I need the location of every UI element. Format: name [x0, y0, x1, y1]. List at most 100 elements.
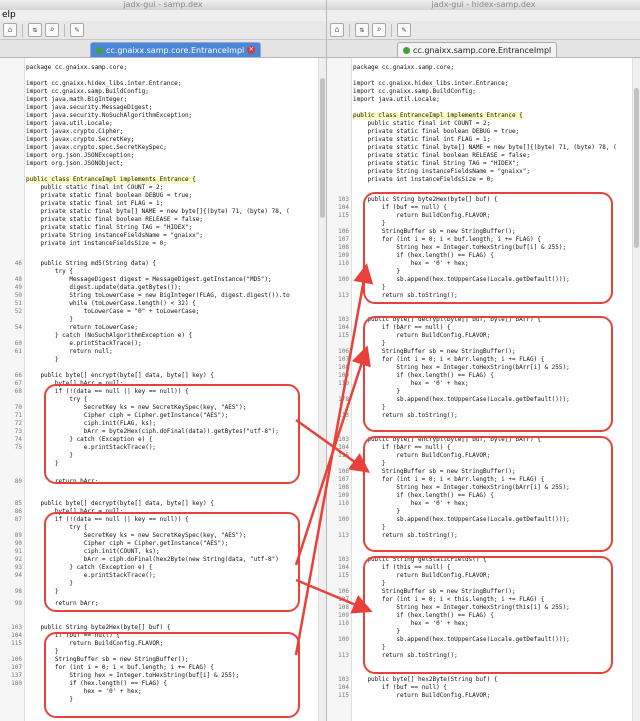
code-line: private static final int FLAG = 1; — [26, 200, 164, 207]
code-line: bArr = ciph.doFinal(hex2Byte(new String(… — [26, 556, 279, 563]
code-line: public static final int COUNT = 2; — [353, 120, 491, 127]
tab-label: cc.gnaixx.samp.core.EntranceImpl — [106, 45, 245, 55]
code-line: } catch (NoSuchAlgorithmException e) { — [26, 332, 193, 339]
home-icon[interactable]: ⌂ — [330, 23, 344, 37]
line-number: 115 — [338, 452, 349, 459]
line-number: 137 — [11, 672, 22, 679]
wrench-icon[interactable]: ✎ — [70, 23, 84, 37]
code-line: return BuildConfig.FLAVOR; — [353, 572, 491, 579]
line-number: 106 — [338, 468, 349, 475]
line-number: 98 — [14, 588, 22, 595]
vertical-scrollbar[interactable] — [632, 58, 640, 721]
code-line: return BuildConfig.FLAVOR; — [26, 640, 164, 647]
right-decompiler-window: jadx-gui - hidex-samp.dex ⌂ ⇅ ⌕ ✎ cc.gna… — [327, 0, 640, 721]
tab-label: cc.gnaixx.samp.core.EntranceImpl — [413, 45, 552, 55]
code-line: if (hex.length() == FLAG) { — [353, 492, 494, 499]
code-line: } — [353, 284, 386, 291]
line-number: 93 — [14, 564, 22, 571]
home-icon[interactable]: ⌂ — [3, 23, 17, 37]
code-line: } catch (Exception e) { — [26, 436, 153, 443]
code-line: private static final boolean RELEASE = f… — [26, 216, 204, 223]
menu-help[interactable]: elp — [2, 10, 16, 20]
code-line: return sb.toString(); — [353, 292, 458, 299]
scroll-thumb[interactable] — [634, 88, 639, 248]
code-line: e.printStackTrace(); — [26, 444, 157, 451]
line-number: 49 — [14, 284, 22, 291]
code-line: hex = '0' + hex; — [26, 688, 142, 695]
tab-entranceimpl[interactable]: cc.gnaixx.samp.core.EntranceImpl ✕ — [90, 42, 262, 57]
line-number: 104 — [338, 204, 349, 211]
code-line: } — [353, 580, 386, 587]
code-line: import javax.crypto.SecretKey; — [26, 136, 135, 143]
line-number: 104 — [11, 632, 22, 639]
code-line: } — [26, 460, 59, 467]
line-number: 103 — [11, 624, 22, 631]
code-line: return BuildConfig.FLAVOR; — [353, 692, 491, 699]
code-line: } — [26, 648, 59, 655]
line-number: 107 — [338, 596, 349, 603]
code-line: private static final String TAG = "HIDEX… — [353, 160, 520, 167]
line-number: 113 — [338, 652, 349, 659]
code-line: public byte[] decrypt(byte[] data, byte[… — [26, 500, 214, 507]
code-line: String hex = Integer.toHexString(this[i]… — [353, 604, 570, 611]
line-number: 115 — [338, 572, 349, 579]
close-icon[interactable]: ✕ — [247, 46, 256, 54]
code-editor[interactable]: 103 104 115 106 107 108 109 110 100 113 103 104 115 1… — [327, 58, 640, 721]
code-line: } — [26, 452, 73, 459]
code-line: return sb.toString(); — [353, 532, 458, 539]
code-line: while (toLowerCase.length() < 32) { — [26, 300, 196, 307]
line-number: 51 — [14, 300, 22, 307]
toolbar-separator — [349, 23, 350, 37]
code-line: } — [353, 340, 386, 347]
search-icon[interactable]: ⌕ — [45, 23, 59, 37]
code-line: } — [353, 524, 386, 531]
tab-entranceimpl[interactable]: cc.gnaixx.samp.core.EntranceImpl — [397, 42, 558, 57]
sync-icon[interactable]: ⇅ — [355, 23, 369, 37]
toolbar: ⌂ ⇅ ⌕ ✎ — [327, 21, 640, 40]
code-line: Cipher ciph = Cipher.getInstance("AES"); — [26, 412, 229, 419]
code-line: String hex = Integer.toHexString(bArr[i]… — [353, 484, 570, 491]
code-line: } — [353, 220, 386, 227]
code-line: } — [353, 388, 400, 395]
code-line: if (!(data == null || key == null)) { — [26, 388, 189, 395]
code-line: return BuildConfig.FLAVOR; — [353, 212, 491, 219]
code-line: import java.security.MessageDigest; — [26, 104, 153, 111]
line-number: 107 — [338, 356, 349, 363]
wrench-icon[interactable]: ✎ — [397, 23, 411, 37]
search-icon[interactable]: ⌕ — [372, 23, 386, 37]
code-line: hex = '0' + hex; — [353, 260, 469, 267]
code-line: private int instanceFieldsSize = 0; — [353, 176, 494, 183]
line-number: 115 — [338, 212, 349, 219]
code-line: for (int i = 0; i < buf.length; i += FLA… — [353, 236, 541, 243]
code-line: byte[] bArr = null; — [26, 508, 124, 515]
code-line: if (this == null) { — [353, 564, 451, 571]
tab-bar: cc.gnaixx.samp.core.EntranceImpl — [327, 40, 640, 58]
code-line: private int instanceFieldsSize = 0; — [26, 240, 167, 247]
code-line: import java.util.Locale; — [353, 96, 440, 103]
line-number: 103 — [338, 556, 349, 563]
line-number: 86 — [14, 508, 22, 515]
line-number: 115 — [11, 640, 22, 647]
code-line: StringBuffer sb = new StringBuffer(); — [353, 588, 516, 595]
code-line: if (bArr == null) { — [353, 324, 451, 331]
code-line: public String md5(String data) { — [26, 260, 157, 267]
line-number: 89 — [14, 532, 22, 539]
line-number: 75 — [14, 444, 22, 451]
code-line: private static final boolean DEBUG = tru… — [26, 192, 193, 199]
line-number: 50 — [14, 292, 22, 299]
sync-icon[interactable]: ⇅ — [28, 23, 42, 37]
line-number: 103 — [338, 676, 349, 683]
line-number: 94 — [14, 572, 22, 579]
line-number: 54 — [14, 324, 22, 331]
code-line: sb.append(hex.toUpperCase(Locale.getDefa… — [353, 276, 570, 283]
code-line: return sb.toString(); — [353, 652, 458, 659]
vertical-scrollbar[interactable] — [318, 58, 326, 721]
code-editor[interactable]: 46 48 49 50 51 52 54 60 61 66 67 68 70 71 72 73 74 75 80 85… — [0, 58, 326, 721]
code-line: StringBuffer sb = new StringBuffer(); — [353, 348, 516, 355]
code-line: e.printStackTrace(); — [26, 340, 142, 347]
code-line: public byte[] encrypt(byte[] data, byte[… — [26, 372, 214, 379]
line-number: 92 — [14, 556, 22, 563]
scroll-thumb[interactable] — [320, 78, 325, 218]
window-title: jadx-gui - samp.dex — [0, 0, 326, 10]
code-line: sb.append(hex.toUpperCase(Locale.getDefa… — [353, 396, 570, 403]
